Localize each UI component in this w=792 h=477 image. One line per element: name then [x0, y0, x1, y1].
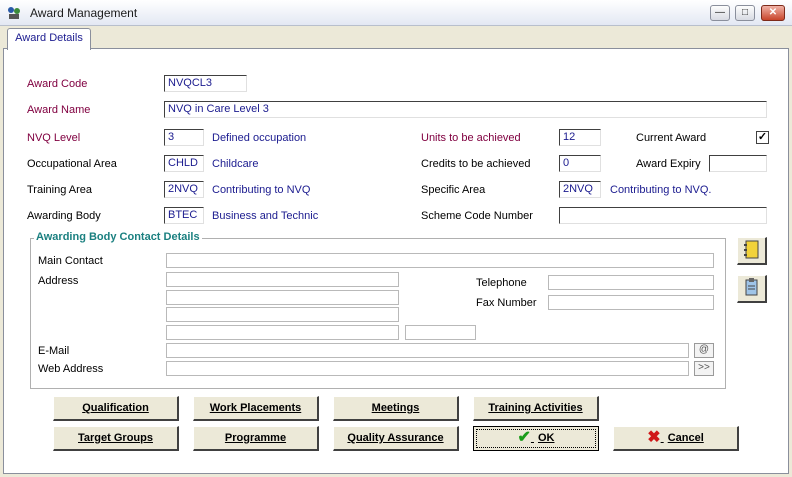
minimize-button[interactable]: — — [710, 5, 730, 21]
award-expiry-field[interactable] — [709, 155, 767, 172]
award-expiry-label: Award Expiry — [636, 158, 701, 170]
postcode-field[interactable] — [405, 325, 476, 340]
contact-details-title: Awarding Body Contact Details — [34, 231, 202, 243]
web-address-label: Web Address — [38, 363, 104, 375]
current-award-checkbox[interactable]: ✓ — [756, 131, 769, 144]
nvq-level-field[interactable]: 3 — [164, 129, 204, 146]
meetings-button[interactable]: Meetings — [333, 396, 459, 421]
email-label: E-Mail — [38, 345, 70, 357]
main-contact-label: Main Contact — [38, 255, 103, 267]
email-send-button[interactable]: @ — [694, 343, 714, 358]
award-code-field[interactable]: NVQCL3 — [164, 75, 247, 92]
award-name-label: Award Name — [27, 104, 91, 116]
web-address-field[interactable] — [166, 361, 689, 376]
clipboard-button[interactable] — [737, 275, 767, 303]
awarding-body-desc: Business and Technic — [212, 210, 319, 222]
fax-field[interactable] — [548, 295, 714, 310]
cancel-button[interactable]: ✖ Cancel — [613, 426, 739, 451]
nvq-level-label: NVQ Level — [27, 132, 81, 144]
specific-area-desc: Contributing to NVQ. — [610, 184, 712, 196]
quality-assurance-button[interactable]: Quality Assurance — [333, 426, 459, 451]
web-open-button[interactable]: >> — [694, 361, 714, 376]
tab-award-details[interactable]: Award Details — [7, 28, 91, 50]
occupational-area-label: Occupational Area — [27, 158, 117, 170]
address-line-4[interactable] — [166, 325, 399, 340]
scheme-code-label: Scheme Code Number — [421, 210, 533, 222]
occupational-area-field[interactable]: CHLD — [164, 155, 204, 172]
units-field[interactable]: 12 — [559, 129, 601, 146]
address-book-button[interactable] — [737, 237, 767, 265]
target-groups-button[interactable]: Target Groups — [53, 426, 179, 451]
awarding-body-label: Awarding Body — [27, 210, 101, 222]
award-code-label: Award Code — [27, 78, 88, 90]
telephone-field[interactable] — [548, 275, 714, 290]
training-area-label: Training Area — [27, 184, 93, 196]
nvq-level-desc: Defined occupation — [212, 132, 307, 144]
email-field[interactable] — [166, 343, 689, 358]
training-area-field[interactable]: 2NVQ — [164, 181, 204, 198]
address-label: Address — [38, 275, 79, 287]
awarding-body-field[interactable]: BTEC — [164, 207, 204, 224]
current-award-label: Current Award — [636, 132, 707, 144]
occupational-area-desc: Childcare — [212, 158, 259, 170]
main-contact-field[interactable] — [166, 253, 714, 268]
window-title: Award Management — [30, 6, 138, 20]
scheme-code-field[interactable] — [559, 207, 767, 224]
training-activities-button[interactable]: Training Activities — [473, 396, 599, 421]
fax-label: Fax Number — [476, 297, 537, 309]
checkmark-icon: ✔ — [517, 429, 531, 447]
specific-area-label: Specific Area — [421, 184, 486, 196]
address-line-3[interactable] — [166, 307, 399, 322]
address-line-2[interactable] — [166, 290, 399, 305]
units-label: Units to be achieved — [421, 132, 521, 144]
address-line-1[interactable] — [166, 272, 399, 287]
maximize-button[interactable]: □ — [735, 5, 755, 21]
award-name-field[interactable]: NVQ in Care Level 3 — [164, 101, 767, 118]
app-icon — [8, 7, 20, 19]
ok-button[interactable]: ✔ OK — [473, 426, 599, 451]
clipboard-icon — [745, 278, 758, 296]
ok-label: OK — [537, 432, 555, 445]
credits-field[interactable]: 0 — [559, 155, 601, 172]
address-book-icon — [744, 240, 759, 259]
specific-area-field[interactable]: 2NVQ — [559, 181, 601, 198]
cancel-label: Cancel — [667, 432, 704, 445]
credits-label: Credits to be achieved — [421, 158, 531, 170]
work-placements-button[interactable]: Work Placements — [193, 396, 319, 421]
qualification-button[interactable]: Qualification — [53, 396, 179, 421]
programme-button[interactable]: Programme — [193, 426, 319, 451]
telephone-label: Telephone — [476, 277, 527, 289]
cancel-x-icon: ✖ — [647, 429, 661, 447]
close-button[interactable]: ✕ — [761, 5, 785, 21]
training-area-desc: Contributing to NVQ — [212, 184, 311, 196]
